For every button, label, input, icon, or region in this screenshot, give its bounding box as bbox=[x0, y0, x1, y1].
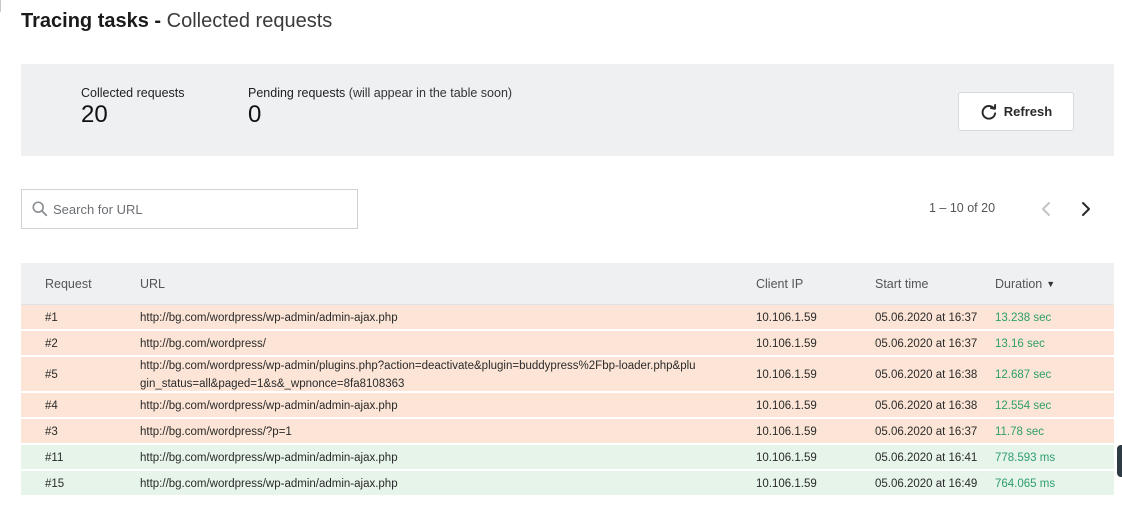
summary-panel: Collected requests 20 Pending requests (… bbox=[21, 64, 1114, 156]
cell-duration: 778.593 ms bbox=[995, 452, 1056, 464]
pagination-range: 1 – 10 of 20 bbox=[929, 201, 996, 215]
cell-client-ip: 10.106.1.59 bbox=[756, 478, 817, 490]
cell-duration: 764.065 ms bbox=[995, 478, 1056, 490]
cell-start-time: 05.06.2020 at 16:49 bbox=[875, 478, 978, 490]
cell-start-time: 05.06.2020 at 16:37 bbox=[875, 338, 978, 350]
left-divider bbox=[0, 0, 1, 12]
pending-requests-stat: Pending requests (will appear in the tab… bbox=[248, 86, 512, 129]
column-header-duration-label: Duration bbox=[995, 277, 1043, 291]
table-row[interactable]: #2 http://bg.com/wordpress/ 10.106.1.59 … bbox=[21, 331, 1114, 357]
collected-requests-stat: Collected requests 20 bbox=[81, 86, 185, 129]
table-row[interactable]: #15 http://bg.com/wordpress/wp-admin/adm… bbox=[21, 471, 1114, 497]
page-title-subsection: Collected requests bbox=[166, 10, 333, 32]
cell-duration: 12.554 sec bbox=[995, 400, 1052, 412]
page-title: Tracing tasks - Collected requests bbox=[21, 8, 332, 34]
cell-request: #4 bbox=[45, 400, 58, 412]
requests-table: Request URL Client IP Start time Duratio… bbox=[21, 263, 1114, 497]
previous-page-button[interactable] bbox=[1035, 198, 1057, 220]
cell-request: #3 bbox=[45, 426, 58, 438]
page-title-section: Tracing tasks - bbox=[21, 10, 162, 32]
cell-request: #15 bbox=[45, 478, 65, 490]
table-row[interactable]: #5 http://bg.com/wordpress/wp-admin/plug… bbox=[21, 357, 1114, 393]
cell-client-ip: 10.106.1.59 bbox=[756, 426, 817, 438]
cell-request: #1 bbox=[45, 312, 58, 324]
cell-duration: 12.687 sec bbox=[995, 369, 1052, 381]
column-header-duration[interactable]: Duration ▼ bbox=[995, 277, 1055, 291]
cell-url: http://bg.com/wordpress/wp-admin/admin-a… bbox=[140, 452, 398, 464]
cell-client-ip: 10.106.1.59 bbox=[756, 452, 817, 464]
cell-url: http://bg.com/wordpress/?p=1 bbox=[140, 426, 292, 438]
cell-start-time: 05.06.2020 at 16:37 bbox=[875, 312, 978, 324]
cell-url: http://bg.com/wordpress/ bbox=[140, 338, 266, 350]
cell-duration: 13.238 sec bbox=[995, 312, 1052, 324]
collected-requests-value: 20 bbox=[81, 101, 108, 128]
table-row[interactable]: #1 http://bg.com/wordpress/wp-admin/admi… bbox=[21, 305, 1114, 331]
column-header-client-ip[interactable]: Client IP bbox=[756, 277, 803, 291]
search-input[interactable] bbox=[53, 201, 333, 217]
next-page-button[interactable] bbox=[1075, 198, 1097, 220]
cell-request: #11 bbox=[45, 452, 64, 464]
side-panel-handle[interactable] bbox=[1117, 445, 1122, 477]
cell-client-ip: 10.106.1.59 bbox=[756, 369, 817, 381]
refresh-button[interactable]: Refresh bbox=[958, 92, 1074, 131]
cell-duration: 11.78 sec bbox=[995, 426, 1045, 438]
cell-url: http://bg.com/wordpress/wp-admin/admin-a… bbox=[140, 478, 398, 490]
cell-start-time: 05.06.2020 at 16:37 bbox=[875, 426, 978, 438]
pending-requests-label-wrap: Pending requests (will appear in the tab… bbox=[248, 86, 512, 100]
cell-client-ip: 10.106.1.59 bbox=[756, 400, 817, 412]
chevron-right-icon bbox=[1082, 202, 1090, 216]
refresh-icon bbox=[981, 103, 996, 120]
cell-request: #5 bbox=[45, 369, 58, 381]
column-header-start-time[interactable]: Start time bbox=[875, 277, 929, 291]
chevron-left-icon bbox=[1042, 202, 1050, 216]
cell-client-ip: 10.106.1.59 bbox=[756, 338, 817, 350]
table-row[interactable]: #3 http://bg.com/wordpress/?p=1 10.106.1… bbox=[21, 419, 1114, 445]
cell-start-time: 05.06.2020 at 16:38 bbox=[875, 369, 978, 381]
cell-client-ip: 10.106.1.59 bbox=[756, 312, 817, 324]
refresh-button-label: Refresh bbox=[1003, 104, 1053, 119]
table-header: Request URL Client IP Start time Duratio… bbox=[21, 263, 1114, 305]
column-header-url[interactable]: URL bbox=[140, 277, 165, 291]
cell-url: http://bg.com/wordpress/wp-admin/admin-a… bbox=[140, 312, 398, 324]
pending-requests-value: 0 bbox=[248, 101, 262, 128]
url-search-box[interactable] bbox=[21, 189, 358, 229]
caret-down-icon: ▼ bbox=[1046, 279, 1056, 289]
cell-start-time: 05.06.2020 at 16:38 bbox=[875, 400, 978, 412]
pending-requests-note: (will appear in the table soon) bbox=[348, 86, 513, 100]
cell-request: #2 bbox=[45, 338, 58, 350]
cell-duration: 13.16 sec bbox=[995, 338, 1045, 350]
search-icon bbox=[32, 201, 48, 217]
pending-requests-label: Pending requests bbox=[248, 86, 346, 100]
cell-url: http://bg.com/wordpress/wp-admin/admin-a… bbox=[140, 400, 398, 412]
cell-url: http://bg.com/wordpress/wp-admin/plugins… bbox=[140, 360, 696, 390]
column-header-request[interactable]: Request bbox=[45, 277, 92, 291]
table-row[interactable]: #4 http://bg.com/wordpress/wp-admin/admi… bbox=[21, 393, 1114, 419]
table-row[interactable]: #11 http://bg.com/wordpress/wp-admin/adm… bbox=[21, 445, 1114, 471]
cell-start-time: 05.06.2020 at 16:41 bbox=[875, 452, 978, 464]
collected-requests-label: Collected requests bbox=[81, 86, 185, 100]
